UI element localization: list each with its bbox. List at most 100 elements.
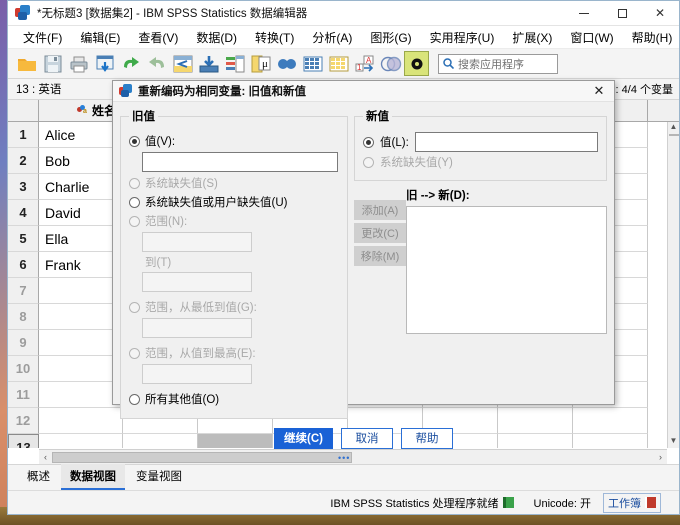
new-value-group: 新值 值(L): 系统缺失值(Y) bbox=[354, 108, 607, 181]
old-value-range-lowest-radio[interactable]: 范围，从最低到值(G): bbox=[129, 299, 339, 315]
old-value-range-to-input[interactable] bbox=[142, 272, 252, 292]
old-value-sysmis-or-usermis-radio[interactable]: 系统缺失值或用户缺失值(U) bbox=[129, 194, 339, 210]
help-button[interactable]: 帮助 bbox=[400, 427, 453, 449]
scroll-right-icon[interactable]: › bbox=[654, 452, 667, 462]
view-tabs: 概述 数据视图 变量视图 bbox=[8, 464, 679, 490]
menu-analyze[interactable]: 分析(A) bbox=[303, 27, 361, 48]
grid-cell[interactable] bbox=[39, 434, 123, 448]
close-icon[interactable]: ✕ bbox=[584, 81, 614, 101]
search-input[interactable]: 搜索应用程序 bbox=[438, 53, 558, 74]
minimize-button[interactable] bbox=[565, 1, 603, 25]
grid-cell[interactable] bbox=[39, 356, 123, 382]
run-descriptives-icon[interactable]: μ bbox=[248, 51, 273, 76]
continue-button[interactable]: 继续(C) bbox=[274, 427, 333, 449]
grid-cell[interactable] bbox=[39, 304, 123, 330]
weight-cases-icon[interactable] bbox=[326, 51, 351, 76]
grid-cell[interactable]: Bob bbox=[39, 148, 123, 174]
workbook-button[interactable]: 工作簿 bbox=[603, 492, 661, 513]
menu-edit[interactable]: 编辑(E) bbox=[71, 27, 129, 48]
goto-variable-icon[interactable] bbox=[196, 51, 221, 76]
row-header-selected[interactable]: 13 bbox=[8, 434, 39, 448]
menu-window[interactable]: 窗口(W) bbox=[561, 27, 622, 48]
menu-extensions[interactable]: 扩展(X) bbox=[503, 27, 561, 48]
mapping-listbox[interactable] bbox=[406, 206, 607, 334]
menu-file[interactable]: 文件(F) bbox=[14, 27, 71, 48]
new-value-sysmis-label: 系统缺失值(Y) bbox=[380, 157, 453, 169]
grid-cell[interactable] bbox=[39, 278, 123, 304]
print-icon[interactable] bbox=[66, 51, 91, 76]
old-value-all-other-radio[interactable]: 所有其他值(O) bbox=[129, 391, 339, 407]
open-file-icon[interactable] bbox=[14, 51, 39, 76]
tab-overview[interactable]: 概述 bbox=[18, 464, 59, 490]
grid-cell[interactable] bbox=[39, 330, 123, 356]
grid-cell[interactable]: Charlie bbox=[39, 174, 123, 200]
processor-status: IBM SPSS Statistics 处理程序就绪 bbox=[320, 495, 523, 511]
menu-utilities[interactable]: 实用程序(U) bbox=[421, 27, 504, 48]
svg-text:μ: μ bbox=[262, 58, 268, 70]
value-labels-icon[interactable]: A1 bbox=[352, 51, 377, 76]
old-value-value-input[interactable] bbox=[142, 152, 338, 172]
grid-cell[interactable]: Frank bbox=[39, 252, 123, 278]
old-value-range-lowest-input[interactable] bbox=[142, 318, 252, 338]
spss-icon bbox=[15, 5, 31, 21]
old-value-range-highest-radio[interactable]: 范围，从值到最高(E): bbox=[129, 345, 339, 361]
scroll-down-icon[interactable]: ▼ bbox=[670, 436, 678, 448]
row-header[interactable]: 8 bbox=[8, 304, 39, 330]
grid-cell[interactable] bbox=[39, 408, 123, 434]
row-header[interactable]: 3 bbox=[8, 174, 39, 200]
use-variable-sets-icon[interactable] bbox=[378, 51, 403, 76]
new-value-sysmis-row[interactable]: 系统缺失值(Y) bbox=[363, 154, 598, 170]
menu-transform[interactable]: 转换(T) bbox=[246, 27, 303, 48]
scroll-up-icon[interactable]: ▲ bbox=[670, 122, 678, 134]
undo-icon[interactable] bbox=[118, 51, 143, 76]
old-value-range-radio[interactable]: 范围(N): bbox=[129, 213, 339, 229]
goto-case-icon[interactable] bbox=[170, 51, 195, 76]
row-header[interactable]: 9 bbox=[8, 330, 39, 356]
grid-cell[interactable]: Alice bbox=[39, 122, 123, 148]
menu-data[interactable]: 数据(D) bbox=[187, 27, 246, 48]
add-button[interactable]: 添加(A) bbox=[354, 200, 406, 220]
grid-cell[interactable]: Ella bbox=[39, 226, 123, 252]
grid-cell[interactable] bbox=[39, 382, 123, 408]
dialog-title: 重新编码为相同变量: 旧值和新值 bbox=[138, 86, 307, 98]
tab-variable-view[interactable]: 变量视图 bbox=[127, 464, 191, 490]
grid-cell[interactable]: David bbox=[39, 200, 123, 226]
row-header[interactable]: 5 bbox=[8, 226, 39, 252]
new-value-value-input[interactable] bbox=[414, 132, 598, 152]
row-header[interactable]: 10 bbox=[8, 356, 39, 382]
old-value-legend: 旧值 bbox=[132, 111, 155, 123]
row-header[interactable]: 4 bbox=[8, 200, 39, 226]
redo-icon[interactable] bbox=[144, 51, 169, 76]
row-header[interactable]: 2 bbox=[8, 148, 39, 174]
show-all-variables-icon[interactable] bbox=[404, 51, 429, 76]
cancel-button[interactable]: 取消 bbox=[340, 427, 393, 449]
row-header[interactable]: 6 bbox=[8, 252, 39, 278]
old-value-range-from-input[interactable] bbox=[142, 232, 252, 252]
grid-corner-cell[interactable] bbox=[8, 100, 39, 121]
menu-view[interactable]: 查看(V) bbox=[129, 27, 187, 48]
split-file-icon[interactable] bbox=[300, 51, 325, 76]
change-button[interactable]: 更改(C) bbox=[354, 223, 406, 243]
maximize-button[interactable] bbox=[603, 1, 641, 25]
recall-dialogs-icon[interactable] bbox=[92, 51, 117, 76]
old-value-sysmis-radio[interactable]: 系统缺失值(S) bbox=[129, 175, 339, 191]
row-header[interactable]: 11 bbox=[8, 382, 39, 408]
radio-icon[interactable] bbox=[363, 136, 374, 148]
row-header[interactable]: 12 bbox=[8, 408, 39, 434]
old-value-range-highest-input[interactable] bbox=[142, 364, 252, 384]
remove-button[interactable]: 移除(M) bbox=[354, 246, 406, 266]
variables-icon[interactable] bbox=[222, 51, 247, 76]
find-icon[interactable] bbox=[274, 51, 299, 76]
row-header[interactable]: 7 bbox=[8, 278, 39, 304]
menu-graphs[interactable]: 图形(G) bbox=[361, 27, 420, 48]
vertical-scrollbar[interactable]: ▲ ▼ bbox=[667, 122, 679, 448]
menu-help[interactable]: 帮助(H) bbox=[623, 27, 680, 48]
window-controls: ✕ bbox=[565, 1, 679, 25]
column-header-name[interactable]: a 姓名 bbox=[39, 100, 123, 121]
scroll-left-icon[interactable]: ‹ bbox=[39, 452, 52, 462]
old-value-value-radio[interactable]: 值(V): bbox=[129, 133, 339, 149]
save-icon[interactable] bbox=[40, 51, 65, 76]
tab-data-view[interactable]: 数据视图 bbox=[61, 464, 125, 490]
row-header[interactable]: 1 bbox=[8, 122, 39, 148]
close-icon[interactable]: ✕ bbox=[641, 1, 679, 25]
